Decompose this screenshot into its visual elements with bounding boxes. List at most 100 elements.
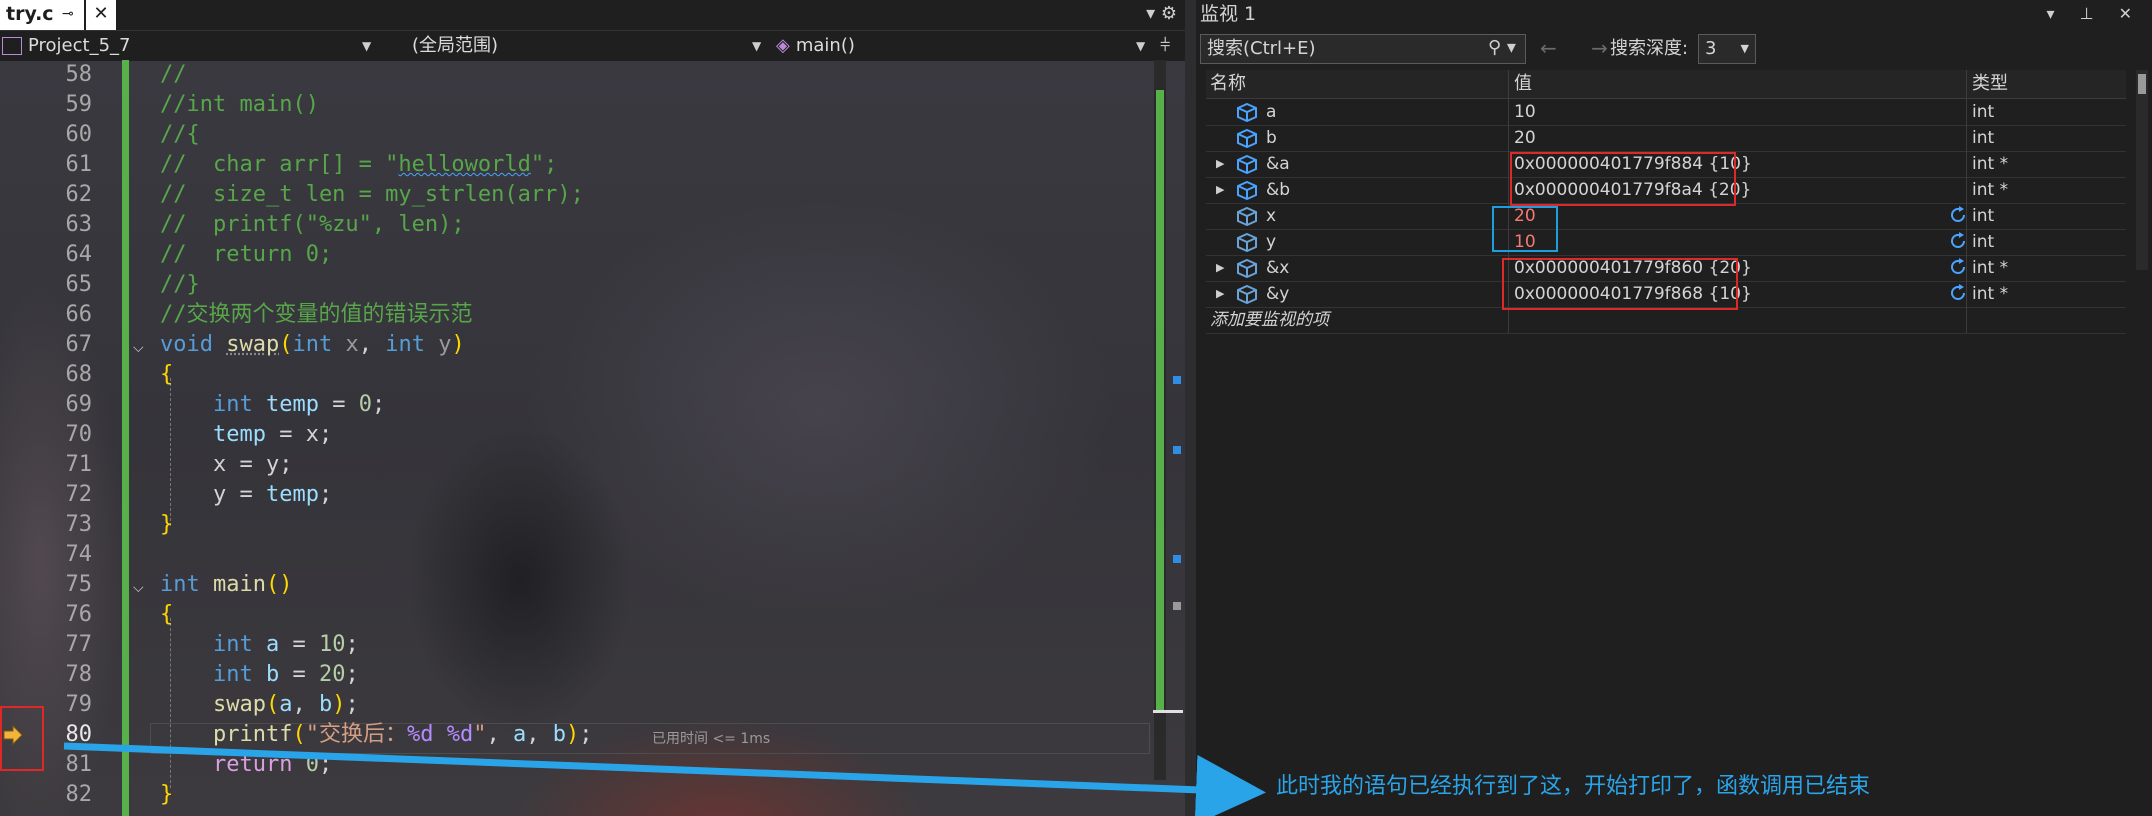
chevron-down-icon: ▼ bbox=[362, 39, 372, 53]
value-highlight-xy bbox=[1492, 206, 1558, 252]
column-header-name[interactable]: 名称 bbox=[1206, 70, 1506, 98]
line-number: 63 bbox=[65, 212, 93, 237]
watch-variable-name: &b bbox=[1266, 180, 1291, 200]
code-line-68[interactable]: { bbox=[160, 360, 173, 390]
code-line-67[interactable]: void swap(int x, int y) bbox=[160, 330, 465, 360]
line-number: 73 bbox=[65, 512, 93, 537]
code-line-72[interactable]: y = temp; bbox=[160, 480, 332, 510]
fold-toggle-icon[interactable]: ⌵ bbox=[133, 580, 144, 596]
code-line-82[interactable]: } bbox=[160, 780, 173, 810]
refresh-icon[interactable] bbox=[1948, 283, 1968, 303]
variable-icon bbox=[1236, 258, 1258, 279]
code-line-78[interactable]: int b = 20; bbox=[160, 660, 359, 690]
code-line-59[interactable]: //int main() bbox=[160, 90, 319, 120]
watch-name-cell[interactable]: ▶ &a bbox=[1206, 151, 1506, 177]
watch-type-cell: int * bbox=[1966, 255, 2126, 281]
fold-toggle-icon[interactable]: ⌵ bbox=[133, 340, 144, 356]
project-icon bbox=[2, 37, 22, 55]
watch-row[interactable]: x 20 int bbox=[1206, 203, 2126, 230]
watch-value-cell[interactable]: 10 bbox=[1508, 229, 1964, 255]
search-depth-select[interactable]: 3 ▼ bbox=[1698, 34, 1756, 64]
line-number: 80 bbox=[65, 722, 93, 747]
expand-arrow-icon[interactable]: ▶ bbox=[1216, 177, 1224, 203]
panel-splitter[interactable] bbox=[1185, 0, 1196, 816]
expand-arrow-icon[interactable]: ▶ bbox=[1216, 151, 1224, 177]
address-highlight-xy bbox=[1502, 258, 1738, 310]
watch-value-cell bbox=[1508, 307, 1964, 333]
line-number: 64 bbox=[65, 242, 93, 267]
tab-try-c[interactable]: try.c ⊸ bbox=[0, 0, 84, 30]
scope-dropdown[interactable]: (全局范围) ▼ bbox=[412, 31, 772, 61]
editor-scrollbar-thumb[interactable] bbox=[1156, 90, 1164, 710]
watch-name-cell[interactable]: y bbox=[1206, 229, 1506, 255]
line-number: 67 bbox=[65, 332, 93, 357]
watch-value-cell[interactable]: 10 bbox=[1508, 99, 1964, 125]
watch-name-cell[interactable]: x bbox=[1206, 203, 1506, 229]
code-line-76[interactable]: { bbox=[160, 600, 173, 630]
code-line-61[interactable]: // char arr[] = "helloworld"; bbox=[160, 150, 557, 180]
project-dropdown[interactable]: Project_5_7 ▼ bbox=[2, 31, 372, 61]
watch-row[interactable]: y 10 int bbox=[1206, 229, 2126, 256]
watch-row[interactable]: b 20 int bbox=[1206, 125, 2126, 152]
project-name: Project_5_7 bbox=[28, 35, 131, 56]
watch-search-input[interactable]: 搜索(Ctrl+E) bbox=[1200, 34, 1526, 64]
watch-value-cell[interactable]: 20 bbox=[1508, 203, 1964, 229]
code-line-73[interactable]: } bbox=[160, 510, 173, 540]
watch-name-cell[interactable]: ▶ &x bbox=[1206, 255, 1506, 281]
search-icon[interactable]: ⚲ ▾ bbox=[1488, 34, 1516, 64]
watch-value-cell[interactable]: 20 bbox=[1508, 125, 1964, 151]
watch-type-cell: int bbox=[1966, 99, 2126, 125]
code-line-70[interactable]: temp = x; bbox=[160, 420, 332, 450]
tab-bar-options[interactable]: ▾ ⚙ bbox=[1146, 0, 1177, 30]
column-header-value[interactable]: 值 bbox=[1508, 70, 1964, 98]
watch-row[interactable]: a 10 int bbox=[1206, 99, 2126, 126]
code-line-65[interactable]: //} bbox=[160, 270, 200, 300]
code-line-62[interactable]: // size_t len = my_strlen(arr); bbox=[160, 180, 584, 210]
function-dropdown[interactable]: ◈ main() ▼ bbox=[776, 31, 1146, 61]
line-number: 65 bbox=[65, 272, 93, 297]
code-line-77[interactable]: int a = 10; bbox=[160, 630, 359, 660]
expand-arrow-icon[interactable]: ▶ bbox=[1216, 281, 1224, 307]
code-line-63[interactable]: // printf("%zu", len); bbox=[160, 210, 465, 240]
line-number: 75 bbox=[65, 572, 93, 597]
code-line-69[interactable]: int temp = 0; bbox=[160, 390, 385, 420]
watch-scrollbar[interactable] bbox=[2136, 70, 2148, 270]
variable-icon bbox=[1236, 102, 1258, 123]
watch-window-controls[interactable]: ▾ ⊥ ✕ bbox=[2046, 0, 2142, 28]
code-line-75[interactable]: int main() bbox=[160, 570, 292, 600]
code-editor[interactable]: try.c ⊸ ✕ ▾ ⚙ Project_5_7 ▼ (全局范围) ▼ ◈ ma… bbox=[0, 0, 1185, 816]
watch-name-cell[interactable]: ▶ &y bbox=[1206, 281, 1506, 307]
watch-scrollbar-thumb[interactable] bbox=[2138, 74, 2146, 94]
line-number: 76 bbox=[65, 602, 93, 627]
column-header-type[interactable]: 类型 bbox=[1966, 70, 2126, 98]
code-line-79[interactable]: swap(a, b); bbox=[160, 690, 359, 720]
pin-icon[interactable]: ⊸ bbox=[62, 0, 74, 28]
split-editor-icon[interactable]: ⫩ bbox=[1160, 31, 1180, 61]
watch-variable-name: y bbox=[1266, 232, 1277, 252]
line-number: 69 bbox=[65, 392, 93, 417]
refresh-icon[interactable] bbox=[1948, 231, 1968, 251]
code-line-81[interactable]: return 0; bbox=[160, 750, 332, 780]
expand-arrow-icon[interactable]: ▶ bbox=[1216, 255, 1224, 281]
code-line-80[interactable]: printf("交换后：%d %d", a, b); bbox=[160, 720, 592, 750]
code-line-64[interactable]: // return 0; bbox=[160, 240, 332, 270]
watch-type-cell: int bbox=[1966, 203, 2126, 229]
code-line-58[interactable]: // bbox=[160, 60, 187, 90]
line-number: 58 bbox=[65, 62, 93, 87]
code-line-60[interactable]: //{ bbox=[160, 120, 200, 150]
watch-name-cell[interactable]: b bbox=[1206, 125, 1506, 151]
line-number: 82 bbox=[65, 782, 93, 807]
code-line-71[interactable]: x = y; bbox=[160, 450, 293, 480]
variable-icon bbox=[1236, 284, 1258, 305]
variable-icon bbox=[1236, 154, 1258, 175]
add-watch-item[interactable]: 添加要监视的项 bbox=[1206, 307, 1506, 333]
line-number: 79 bbox=[65, 692, 93, 717]
refresh-icon[interactable] bbox=[1948, 205, 1968, 225]
watch-type-cell bbox=[1966, 307, 2126, 333]
refresh-icon[interactable] bbox=[1948, 257, 1968, 277]
add-watch-row[interactable]: 添加要监视的项 bbox=[1206, 307, 2126, 334]
watch-name-cell[interactable]: a bbox=[1206, 99, 1506, 125]
close-tab-icon[interactable]: ✕ bbox=[86, 0, 116, 30]
code-line-66[interactable]: //交换两个变量的值的错误示范 bbox=[160, 300, 473, 330]
watch-name-cell[interactable]: ▶ &b bbox=[1206, 177, 1506, 203]
